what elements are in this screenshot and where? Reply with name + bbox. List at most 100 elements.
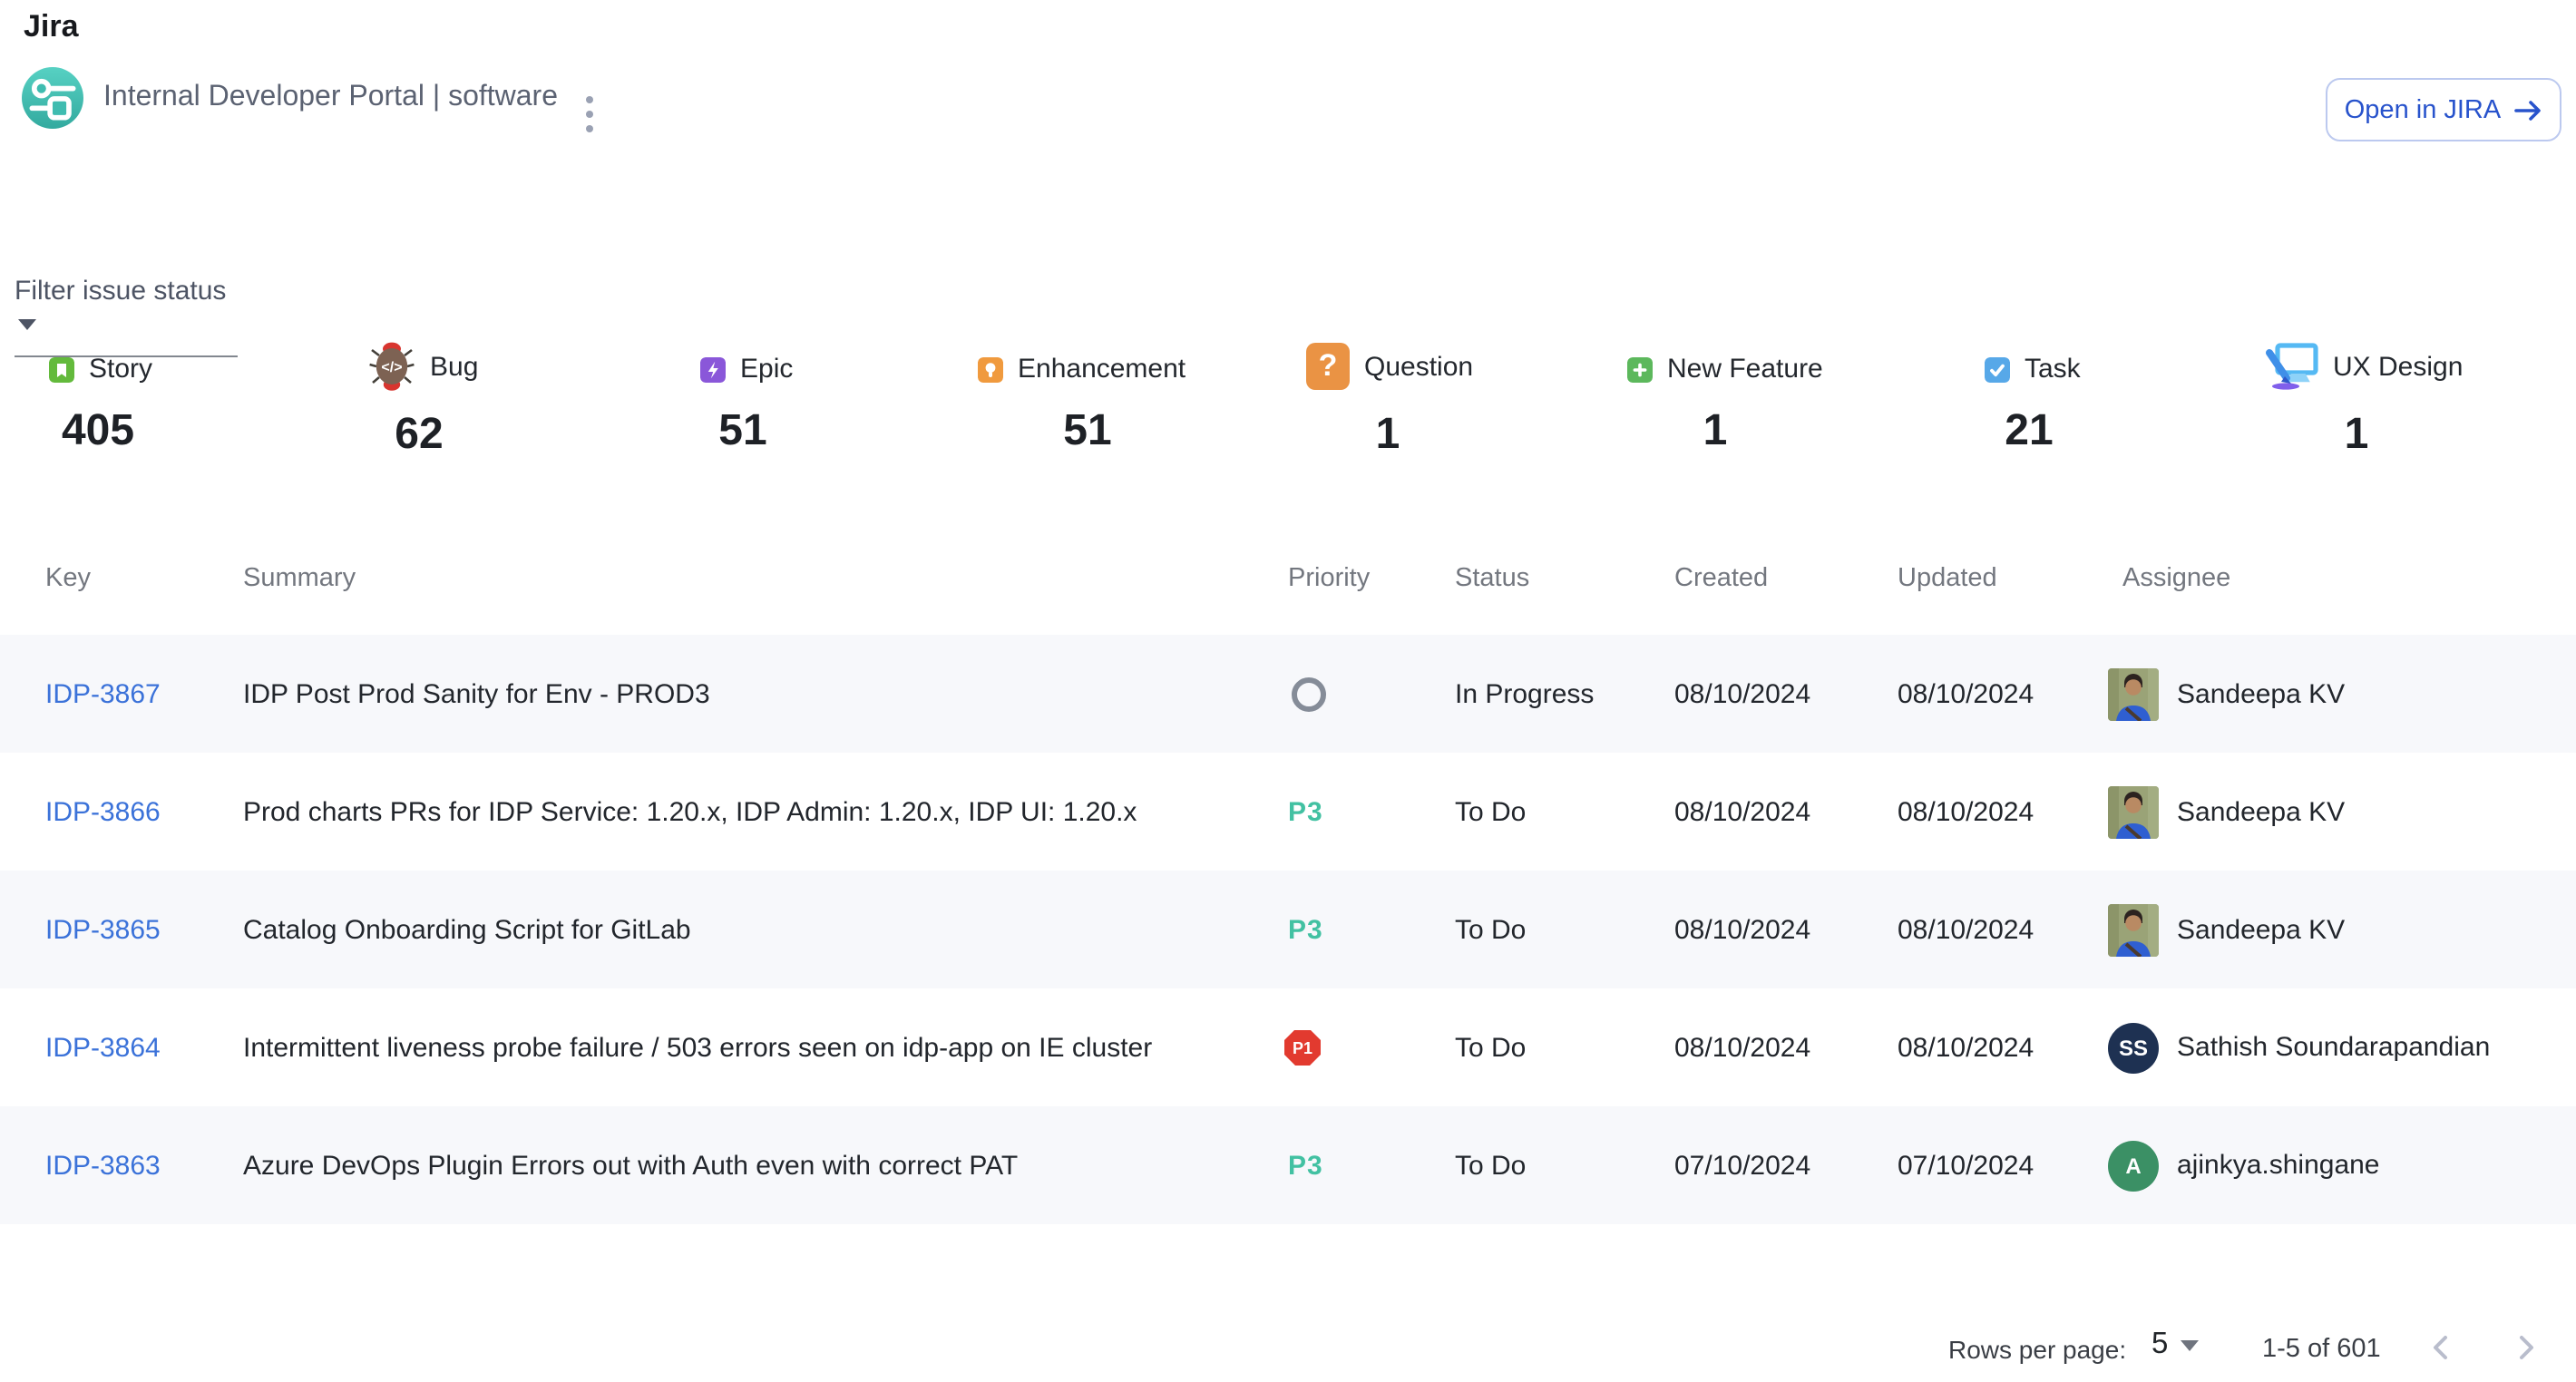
counter-value: 51	[700, 406, 785, 457]
counter-bug[interactable]: </> Bug 62	[368, 341, 470, 461]
bug-icon: </>	[368, 341, 415, 392]
issue-summary: Azure DevOps Plugin Errors out with Auth…	[243, 1150, 1018, 1181]
issue-status: To Do	[1455, 1150, 1526, 1181]
assignee-name: Sandeepa KV	[2177, 678, 2345, 709]
counter-value: 62	[368, 410, 470, 461]
issue-summary: Intermittent liveness probe failure / 50…	[243, 1032, 1152, 1063]
issue-updated-date: 08/10/2024	[1898, 796, 2034, 827]
issue-summary: IDP Post Prod Sanity for Env - PROD3	[243, 678, 710, 709]
task-icon	[1985, 356, 2010, 382]
priority-none-icon	[1292, 676, 1326, 711]
issue-status: To Do	[1455, 796, 1526, 827]
table-row: IDP-3863 Azure DevOps Plugin Errors out …	[0, 1106, 2576, 1224]
svg-text:</>: </>	[381, 360, 402, 375]
filter-issue-status-dropdown[interactable]: Filter issue status	[15, 276, 238, 357]
assignee-name: ajinkya.shingane	[2177, 1150, 2380, 1181]
counter-label: Epic	[740, 354, 793, 384]
pagination-range: 1-5 of 601	[2262, 1335, 2381, 1364]
dot-icon	[586, 111, 593, 118]
issue-key-link[interactable]: IDP-3863	[45, 1150, 161, 1181]
issue-key-link[interactable]: IDP-3867	[45, 678, 161, 709]
issue-created-date: 07/10/2024	[1674, 1150, 1810, 1181]
assignee-name: Sandeepa KV	[2177, 914, 2345, 945]
chevron-left-icon	[2425, 1331, 2458, 1364]
arrow-right-icon	[2513, 99, 2542, 121]
counter-value: 1	[1306, 410, 1469, 461]
portal-logo-icon	[22, 67, 83, 129]
issue-key-link[interactable]: IDP-3866	[45, 796, 161, 827]
issue-updated-date: 08/10/2024	[1898, 914, 2034, 945]
assignee-name: Sathish Soundarapandian	[2177, 1032, 2490, 1063]
issue-summary: Prod charts PRs for IDP Service: 1.20.x,…	[243, 796, 1137, 827]
rows-per-page-value: 5	[2152, 1328, 2168, 1362]
next-page-button[interactable]	[2500, 1322, 2551, 1373]
table-row: IDP-3866 Prod charts PRs for IDP Service…	[0, 753, 2576, 871]
issue-created-date: 08/10/2024	[1674, 796, 1810, 827]
priority-p3-badge: P3	[1288, 1150, 1323, 1181]
counter-enhancement[interactable]: Enhancement 51	[978, 354, 1197, 457]
counter-ux-design[interactable]: UX Design 1	[2264, 341, 2449, 461]
avatar	[2108, 667, 2159, 720]
issue-key-link[interactable]: IDP-3864	[45, 1032, 161, 1063]
counter-label: Task	[2025, 354, 2081, 384]
column-header-summary: Summary	[243, 564, 356, 593]
counter-question[interactable]: ? Question 1	[1306, 341, 1469, 461]
more-options-menu[interactable]	[577, 87, 602, 141]
counter-value: 21	[1985, 406, 2073, 457]
column-header-status: Status	[1455, 564, 1529, 593]
counter-label: Enhancement	[1018, 354, 1186, 384]
column-header-assignee: Assignee	[2122, 564, 2230, 593]
column-header-key: Key	[45, 564, 91, 593]
counter-label: Story	[89, 354, 152, 384]
avatar	[2108, 903, 2159, 956]
issue-status: To Do	[1455, 914, 1526, 945]
counter-task[interactable]: Task 21	[1985, 354, 2073, 457]
issue-created-date: 08/10/2024	[1674, 678, 1810, 709]
issue-updated-date: 08/10/2024	[1898, 678, 2034, 709]
issue-updated-date: 08/10/2024	[1898, 1032, 2034, 1063]
issue-key-link[interactable]: IDP-3865	[45, 914, 161, 945]
counter-value: 1	[2264, 410, 2449, 461]
column-header-priority: Priority	[1288, 564, 1370, 593]
chevron-down-icon	[18, 319, 36, 330]
counter-value: 1	[1627, 406, 1803, 457]
counter-epic[interactable]: Epic 51	[700, 354, 785, 457]
issue-updated-date: 07/10/2024	[1898, 1150, 2034, 1181]
ux-design-icon	[2264, 342, 2318, 391]
previous-page-button[interactable]	[2416, 1322, 2467, 1373]
avatar	[2108, 785, 2159, 838]
source-name: Internal Developer Portal | software	[103, 82, 558, 114]
open-in-jira-button[interactable]: Open in JIRA	[2326, 78, 2561, 141]
counter-label: UX Design	[2333, 351, 2463, 382]
rows-per-page-label: Rows per page:	[1948, 1335, 2126, 1364]
assignee-name: Sandeepa KV	[2177, 796, 2345, 827]
dot-icon	[586, 96, 593, 103]
counter-new-feature[interactable]: New Feature 1	[1627, 354, 1803, 457]
table-row: IDP-3865 Catalog Onboarding Script for G…	[0, 871, 2576, 988]
table-row: IDP-3867 IDP Post Prod Sanity for Env - …	[0, 635, 2576, 753]
counter-label: New Feature	[1667, 354, 1823, 384]
issue-created-date: 08/10/2024	[1674, 1032, 1810, 1063]
filter-label: Filter issue status	[15, 276, 226, 307]
avatar-initials: SS	[2108, 1022, 2159, 1073]
counter-value: 405	[49, 406, 147, 457]
dot-icon	[586, 125, 593, 132]
question-icon: ?	[1306, 343, 1350, 390]
counter-label: Question	[1364, 351, 1473, 382]
counter-story[interactable]: Story 405	[49, 354, 147, 457]
story-icon	[49, 356, 74, 382]
issue-summary: Catalog Onboarding Script for GitLab	[243, 914, 691, 945]
rows-per-page-select[interactable]: 5	[2152, 1328, 2199, 1362]
avatar-initials: A	[2108, 1140, 2159, 1191]
counter-value: 51	[978, 406, 1197, 457]
enhancement-icon	[978, 356, 1003, 382]
open-in-jira-label: Open in JIRA	[2345, 95, 2502, 124]
priority-p3-badge: P3	[1288, 796, 1323, 827]
pagination-bar: Rows per page: 5 1-5 of 601	[0, 1320, 2576, 1382]
chevron-down-icon	[2181, 1339, 2199, 1350]
chevron-right-icon	[2509, 1331, 2542, 1364]
epic-icon	[700, 356, 726, 382]
priority-p1-badge: P1	[1284, 1029, 1321, 1066]
priority-p3-badge: P3	[1288, 914, 1323, 945]
column-header-updated: Updated	[1898, 564, 1997, 593]
